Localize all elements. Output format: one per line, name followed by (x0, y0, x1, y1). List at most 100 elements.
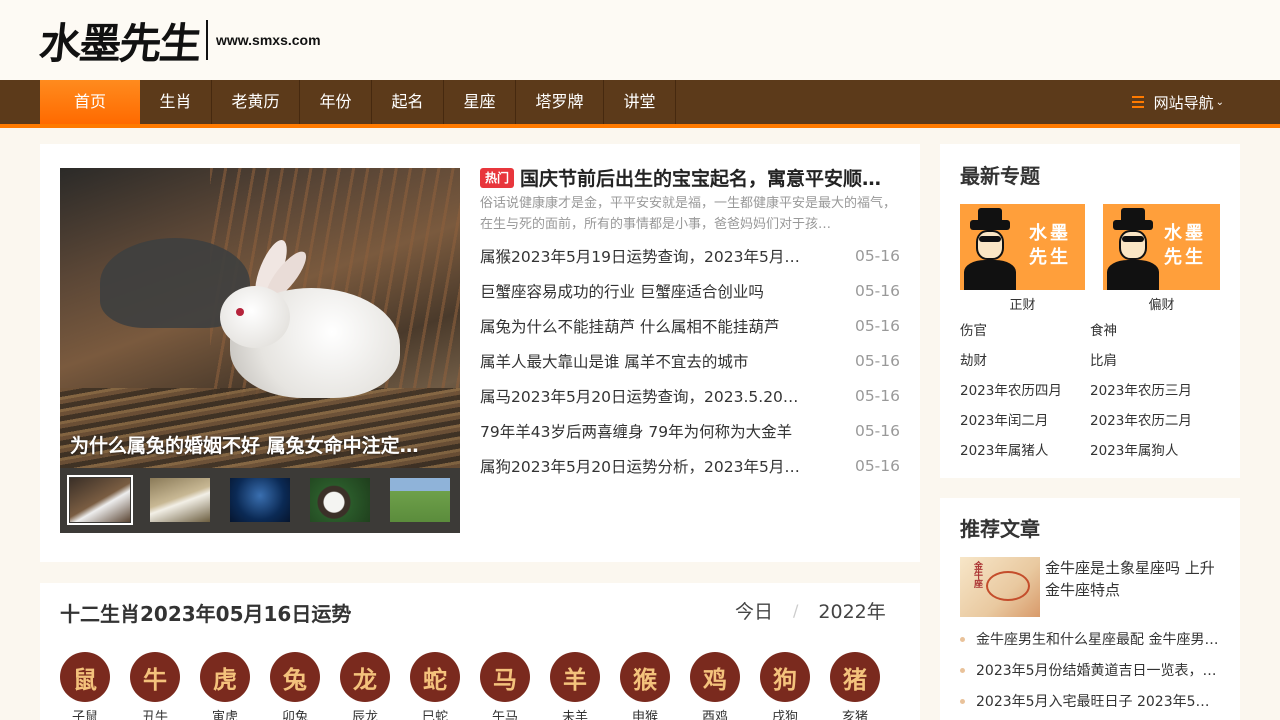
recommend-feature-title[interactable]: 金牛座是土象星座吗 上升金牛座特点 (1045, 557, 1220, 601)
news-item[interactable]: 79年羊43岁后两喜缠身 79年为何称为大金羊 05-16 (480, 416, 900, 446)
zodiac-name: 辰龙 (351, 710, 378, 720)
topic-tag[interactable]: 2023年农历二月 (1090, 409, 1192, 429)
recommend-image-text: 金牛座 (972, 561, 982, 588)
zodiac-monkey[interactable]: 猴申猴 (620, 652, 670, 720)
recommend-item[interactable]: 2023年5月入宅最旺日子 2023年5月… (960, 690, 1220, 712)
news-item[interactable]: 属狗2023年5月20日运势分析，2023年5月… 05-16 (480, 451, 900, 481)
site-nav-menu[interactable]: 网站导航 ⌄ (1131, 80, 1224, 124)
zodiac-name: 巳蛇 (421, 710, 448, 720)
topic-tag[interactable]: 2023年农历三月 (1090, 379, 1192, 399)
topic-label[interactable]: 正财 (960, 294, 1085, 313)
rabbit-icon: 兔 (270, 652, 320, 702)
zodiac-rooster[interactable]: 鸡酉鸡 (690, 652, 740, 720)
zodiac-tabs: 今日 / 2022年 (735, 597, 886, 623)
topic-label[interactable]: 偏财 (1103, 294, 1220, 313)
headline-link[interactable]: 热门 国庆节前后出生的宝宝起名，寓意平安顺… (480, 164, 900, 191)
topic-tag[interactable]: 2023年属猪人 (960, 439, 1048, 459)
news-item[interactable]: 属猴2023年5月19日运势查询，2023年5月… 05-16 (480, 241, 900, 271)
slide-thumb-1[interactable] (67, 475, 133, 525)
monkey-icon: 猴 (620, 652, 670, 702)
topic-tag[interactable]: 比肩 (1090, 349, 1117, 369)
topic-tag[interactable]: 食神 (1090, 319, 1117, 339)
dog-icon: 狗 (760, 652, 810, 702)
zodiac-tiger[interactable]: 虎寅虎 (200, 652, 250, 720)
snake-icon: 蛇 (410, 652, 460, 702)
zodiac-name: 申猴 (631, 710, 658, 720)
zodiac-name: 寅虎 (211, 710, 238, 720)
news-date: 05-16 (854, 422, 900, 440)
topic-tag[interactable]: 2023年属狗人 (1090, 439, 1178, 459)
chevron-down-icon: ⌄ (1215, 96, 1224, 108)
logo-divider (206, 20, 209, 60)
slide-caption[interactable]: 为什么属兔的婚姻不好 属兔女命中注定… (70, 431, 450, 458)
main-nav: 首页 生肖 老黄历 年份 起名 星座 塔罗牌 讲堂 网站导航 ⌄ (0, 80, 1280, 124)
nav-item-lectures[interactable]: 讲堂 (604, 80, 676, 124)
site-logo[interactable]: 水墨先生 www.smxs.com (37, 10, 320, 70)
zodiac-goat[interactable]: 羊未羊 (550, 652, 600, 720)
slide-thumb-5[interactable] (390, 478, 450, 522)
nav-accent-line (0, 124, 1280, 128)
zodiac-rabbit[interactable]: 兔卯兔 (270, 652, 320, 720)
news-title: 属兔为什么不能挂葫芦 什么属相不能挂葫芦 (480, 318, 780, 336)
topic-tag[interactable]: 2023年农历四月 (960, 379, 1062, 399)
nav-item-almanac[interactable]: 老黄历 (212, 80, 300, 124)
pig-icon: 猪 (830, 652, 880, 702)
zodiac-rat[interactable]: 鼠子鼠 (60, 652, 110, 720)
zodiac-snake[interactable]: 蛇巳蛇 (410, 652, 460, 720)
zodiac-name: 戌狗 (771, 710, 798, 720)
zodiac-name: 酉鸡 (701, 710, 728, 720)
recommend-text: 2023年5月入宅最旺日子 2023年5月… (976, 694, 1220, 710)
news-date: 05-16 (854, 352, 900, 370)
tiger-icon: 虎 (200, 652, 250, 702)
news-item[interactable]: 属马2023年5月20日运势查询，2023.5.20… 05-16 (480, 381, 900, 411)
image-slider[interactable]: 为什么属兔的婚姻不好 属兔女命中注定… (60, 168, 460, 533)
nav-item-naming[interactable]: 起名 (372, 80, 444, 124)
nav-item-tarot[interactable]: 塔罗牌 (516, 80, 604, 124)
topic-tag[interactable]: 伤官 (960, 319, 987, 339)
news-date: 05-16 (854, 387, 900, 405)
zodiac-name: 亥猪 (841, 710, 868, 720)
recommend-item[interactable]: 金牛座男生和什么星座最配 金牛座男… (960, 628, 1220, 650)
zodiac-pig[interactable]: 猪亥猪 (830, 652, 880, 720)
zodiac-dog[interactable]: 狗戌狗 (760, 652, 810, 720)
slide-image-rabbit[interactable]: 为什么属兔的婚姻不好 属兔女命中注定… (60, 168, 460, 468)
tab-year[interactable]: 2022年 (818, 597, 885, 624)
news-item[interactable]: 巨蟹座容易成功的行业 巨蟹座适合创业吗 05-16 (480, 276, 900, 306)
tab-today[interactable]: 今日 (735, 597, 773, 624)
topic-seal: 水墨先生 (1029, 223, 1071, 268)
news-item[interactable]: 属羊人最大靠山是谁 属羊不宜去的城市 05-16 (480, 346, 900, 376)
topic-image[interactable]: 水墨先生 (1103, 204, 1220, 290)
slide-thumb-2[interactable] (150, 478, 210, 522)
site-nav-label: 网站导航 (1153, 93, 1214, 112)
nav-item-zodiac[interactable]: 生肖 (140, 80, 212, 124)
zodiac-ox[interactable]: 牛丑牛 (130, 652, 180, 720)
tab-separator: / (793, 600, 799, 620)
zodiac-name: 未羊 (561, 710, 588, 720)
zodiac-name: 午马 (491, 710, 518, 720)
news-title: 巨蟹座容易成功的行业 巨蟹座适合创业吗 (480, 283, 764, 301)
headline-summary: 俗话说健康康才是金，平平安安就是福，一生都健康平安是最大的福气，在生与死的面前，… (480, 196, 897, 232)
nav-item-year[interactable]: 年份 (300, 80, 372, 124)
slide-thumb-3[interactable] (230, 478, 290, 522)
topic-image[interactable]: 水墨先生 (960, 204, 1085, 290)
topic-tag[interactable]: 2023年闰二月 (960, 409, 1048, 429)
topic-card-piancai[interactable]: 水墨先生 偏财 (1103, 204, 1220, 316)
dragon-icon: 龙 (340, 652, 390, 702)
zodiac-dragon[interactable]: 龙辰龙 (340, 652, 390, 720)
logo-text: 水墨先生 (37, 18, 203, 68)
recommend-feature-image[interactable]: 金牛座 (960, 557, 1040, 617)
topic-tag[interactable]: 劫财 (960, 349, 987, 369)
slide-thumb-4[interactable] (310, 478, 370, 522)
topic-card-zhengcai[interactable]: 水墨先生 正财 (960, 204, 1085, 316)
news-title: 属马2023年5月20日运势查询，2023.5.20… (480, 388, 799, 406)
nav-item-home[interactable]: 首页 (40, 80, 140, 124)
zodiac-name: 丑牛 (141, 710, 168, 720)
goat-icon: 羊 (550, 652, 600, 702)
recommend-item[interactable]: 2023年5月份结婚黄道吉日一览表，… (960, 659, 1220, 681)
news-item[interactable]: 属兔为什么不能挂葫芦 什么属相不能挂葫芦 05-16 (480, 311, 900, 341)
zodiac-horse[interactable]: 马午马 (480, 652, 530, 720)
recommend-title: 推荐文章 (960, 517, 1040, 541)
zodiac-title: 十二生肖2023年05月16日运势 (60, 602, 352, 626)
news-date: 05-16 (854, 247, 900, 265)
nav-item-constellation[interactable]: 星座 (444, 80, 516, 124)
